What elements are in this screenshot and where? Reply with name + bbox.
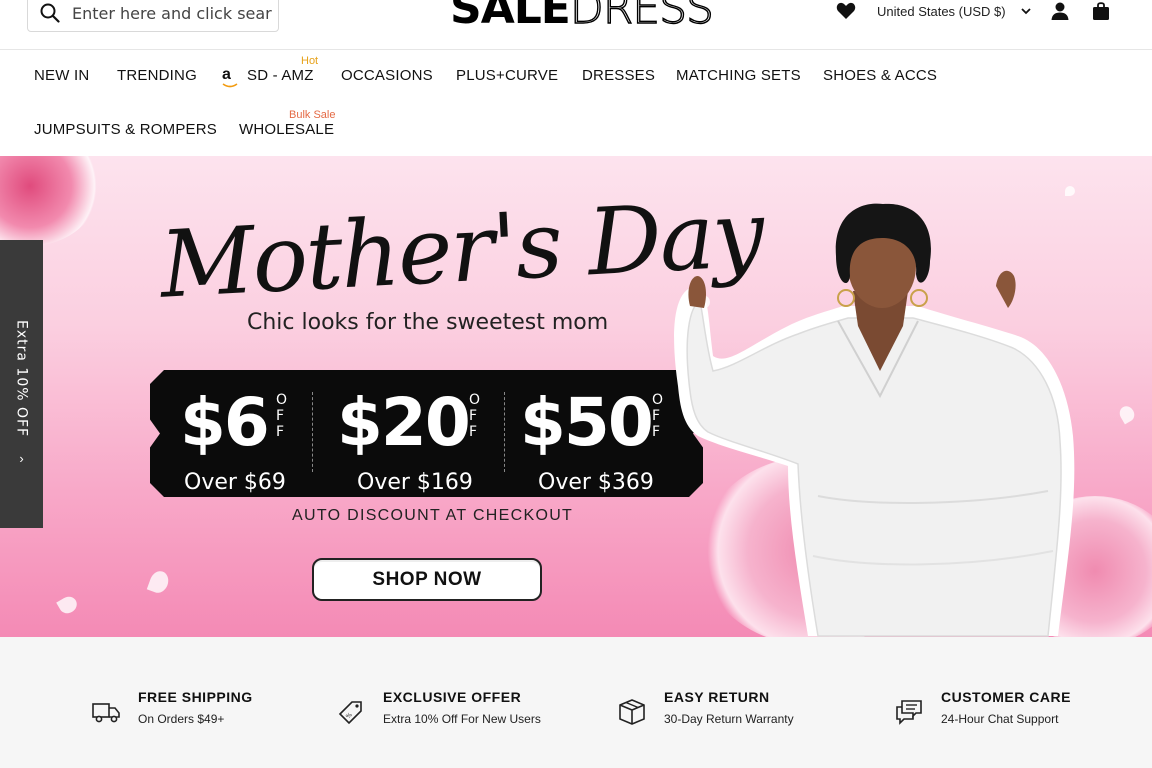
feature-subtitle: Extra 10% Off For New Users [383, 712, 541, 726]
logo-dress: DRESS [569, 0, 715, 35]
nav-sd-amz[interactable]: SD - AMZ [247, 67, 314, 84]
wishlist-heart-icon[interactable] [836, 2, 856, 20]
features-bar: FREE SHIPPING On Orders $49+ % EXCLUSIVE … [0, 637, 1152, 768]
nav-new-in[interactable]: NEW IN [34, 67, 89, 84]
feature-easy-return: EASY RETURN 30-Day Return Warranty [617, 689, 794, 727]
logo-sale: SALE [450, 0, 571, 34]
account-icon[interactable] [1050, 1, 1070, 21]
side-tab-label: Extra 10% OFF [13, 320, 30, 438]
extra-discount-side-tab[interactable]: Extra 10% OFF › [0, 240, 43, 528]
chat-icon [896, 700, 922, 725]
model-image [674, 203, 1075, 637]
deal-minimum: Over $69 [184, 470, 286, 495]
truck-icon [92, 703, 120, 723]
nav-matching-sets[interactable]: MATCHING SETS [676, 67, 801, 84]
search-box[interactable] [27, 0, 279, 32]
main-nav: NEW IN TRENDING a SD - AMZ Hot OCCASIONS… [0, 51, 1152, 156]
feature-subtitle: 30-Day Return Warranty [664, 712, 794, 726]
chevron-right-icon: › [19, 451, 24, 467]
deal-off: OFF [469, 392, 481, 440]
deal-tier-1: $6 OFF Over $69 [180, 384, 268, 461]
nav-trending[interactable]: TRENDING [117, 67, 197, 84]
discount-ticket: $6 OFF Over $69 $20 OFF Over $169 $50 OF… [150, 370, 703, 497]
feature-title: EXCLUSIVE OFFER [383, 689, 522, 705]
nav-shoes-accs[interactable]: SHOES & ACCS [823, 67, 937, 84]
amazon-smile-icon [222, 83, 238, 88]
site-logo[interactable]: SALE DRESS [450, 0, 715, 35]
feature-subtitle: On Orders $49+ [138, 712, 225, 726]
shopping-bag-icon[interactable] [1092, 1, 1110, 21]
hero-subtitle: Chic looks for the sweetest mom [247, 310, 609, 335]
petal-decoration [1116, 403, 1138, 425]
bulk-sale-badge: Bulk Sale [289, 109, 336, 121]
deal-minimum: Over $169 [357, 470, 473, 495]
country-currency-selector[interactable]: United States (USD $) [877, 4, 1006, 19]
feature-exclusive-offer: % EXCLUSIVE OFFER Extra 10% Off For New U… [336, 689, 541, 727]
deal-minimum: Over $369 [538, 470, 654, 495]
chevron-down-icon[interactable] [1020, 6, 1032, 16]
deal-amount: $50 [520, 384, 652, 461]
flower-decoration [0, 156, 100, 246]
search-input[interactable] [72, 3, 272, 23]
feature-title: CUSTOMER CARE [941, 689, 1071, 705]
header-actions: United States (USD $) [836, 0, 1110, 22]
feature-subtitle: 24-Hour Chat Support [941, 712, 1059, 726]
divider [312, 392, 313, 472]
auto-discount-note: AUTO DISCOUNT AT CHECKOUT [292, 507, 574, 524]
box-icon [619, 699, 645, 725]
shop-now-button[interactable]: SHOP NOW [312, 558, 542, 601]
feature-title: FREE SHIPPING [138, 689, 253, 705]
deal-amount: $20 [337, 384, 469, 461]
deal-tier-3: $50 OFF Over $369 [520, 384, 652, 461]
petal-decoration [146, 568, 172, 596]
petal-decoration [56, 593, 80, 617]
tag-icon: % [338, 701, 362, 725]
petal-decoration [1065, 186, 1075, 196]
divider [504, 392, 505, 472]
hot-badge: Hot [301, 55, 319, 67]
deal-tier-2: $20 OFF Over $169 [337, 384, 469, 461]
feature-title: EASY RETURN [664, 689, 770, 705]
search-icon[interactable] [40, 3, 60, 23]
nav-occasions[interactable]: OCCASIONS [341, 67, 433, 84]
hero-banner[interactable]: Mother's Day Chic looks for the sweetest… [0, 156, 1152, 637]
nav-dresses[interactable]: DRESSES [582, 67, 655, 84]
deal-off: OFF [276, 392, 288, 440]
amazon-icon: a [222, 66, 231, 83]
site-header: SALEDRESS United States (USD $) [0, 0, 1152, 50]
feature-customer-care: CUSTOMER CARE 24-Hour Chat Support [894, 689, 1071, 727]
deal-amount: $6 [180, 384, 268, 461]
nav-plus-curve[interactable]: PLUS+CURVE [456, 67, 558, 84]
nav-jumpsuits-rompers[interactable]: JUMPSUITS & ROMPERS [34, 121, 217, 138]
nav-wholesale[interactable]: WHOLESALE [239, 121, 334, 138]
deal-off: OFF [652, 392, 664, 440]
feature-free-shipping: FREE SHIPPING On Orders $49+ [91, 689, 253, 727]
